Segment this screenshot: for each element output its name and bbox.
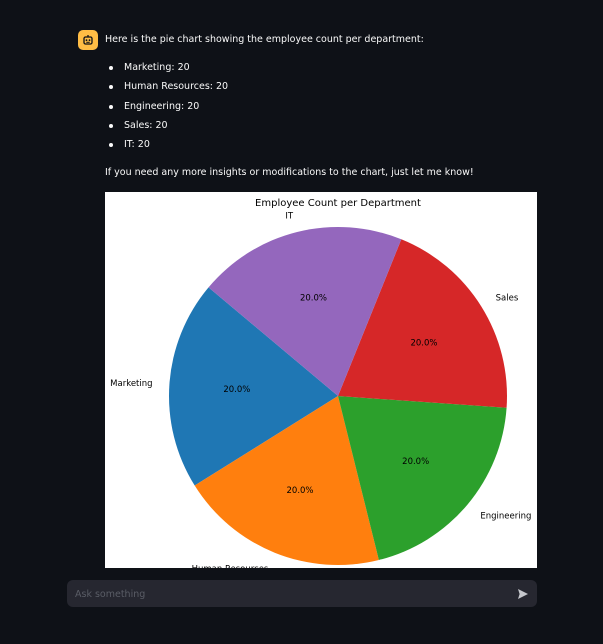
bullet-icon	[109, 66, 113, 70]
list-item: IT: 20	[105, 138, 228, 157]
bullet-icon	[109, 104, 113, 109]
pie-percent-label: 20.0%	[410, 338, 437, 348]
pie-chart: Employee Count per Department 20.0% Marke…	[110, 198, 531, 568]
pie-category-label: Engineering	[480, 511, 531, 521]
pie-category-label: Sales	[496, 293, 519, 303]
list-item: Human Resources: 20	[105, 80, 228, 99]
pie-category-label: Human Resources	[192, 564, 269, 568]
bullet-icon	[109, 123, 113, 128]
list-item: Engineering: 20	[105, 100, 228, 119]
pie-percent-label: 20.0%	[223, 385, 250, 395]
pie-percent-label: 20.0%	[402, 457, 429, 467]
chat-input-bar[interactable]	[67, 580, 537, 609]
bullet-icon	[109, 85, 113, 90]
chart-title: Employee Count per Department	[255, 198, 421, 209]
send-icon[interactable]	[515, 586, 531, 602]
pie-percent-label: 20.0%	[300, 294, 327, 304]
pie-percent-label: 20.0%	[287, 486, 314, 496]
pie-category-label: IT	[285, 212, 294, 222]
bullet-icon	[109, 143, 113, 148]
robot-icon	[78, 30, 98, 50]
list-item: Sales: 20	[105, 119, 228, 138]
chat-input[interactable]	[73, 580, 507, 609]
message-outro: If you need any more insights or modific…	[105, 167, 474, 178]
department-list: Marketing: 20 Human Resources: 20 Engine…	[105, 61, 228, 157]
message-intro: Here is the pie chart showing the employ…	[105, 34, 424, 45]
pie-category-label: Marketing	[110, 379, 152, 389]
list-item: Marketing: 20	[105, 61, 228, 80]
pie-chart-image: Employee Count per Department 20.0% Marke…	[105, 192, 537, 568]
